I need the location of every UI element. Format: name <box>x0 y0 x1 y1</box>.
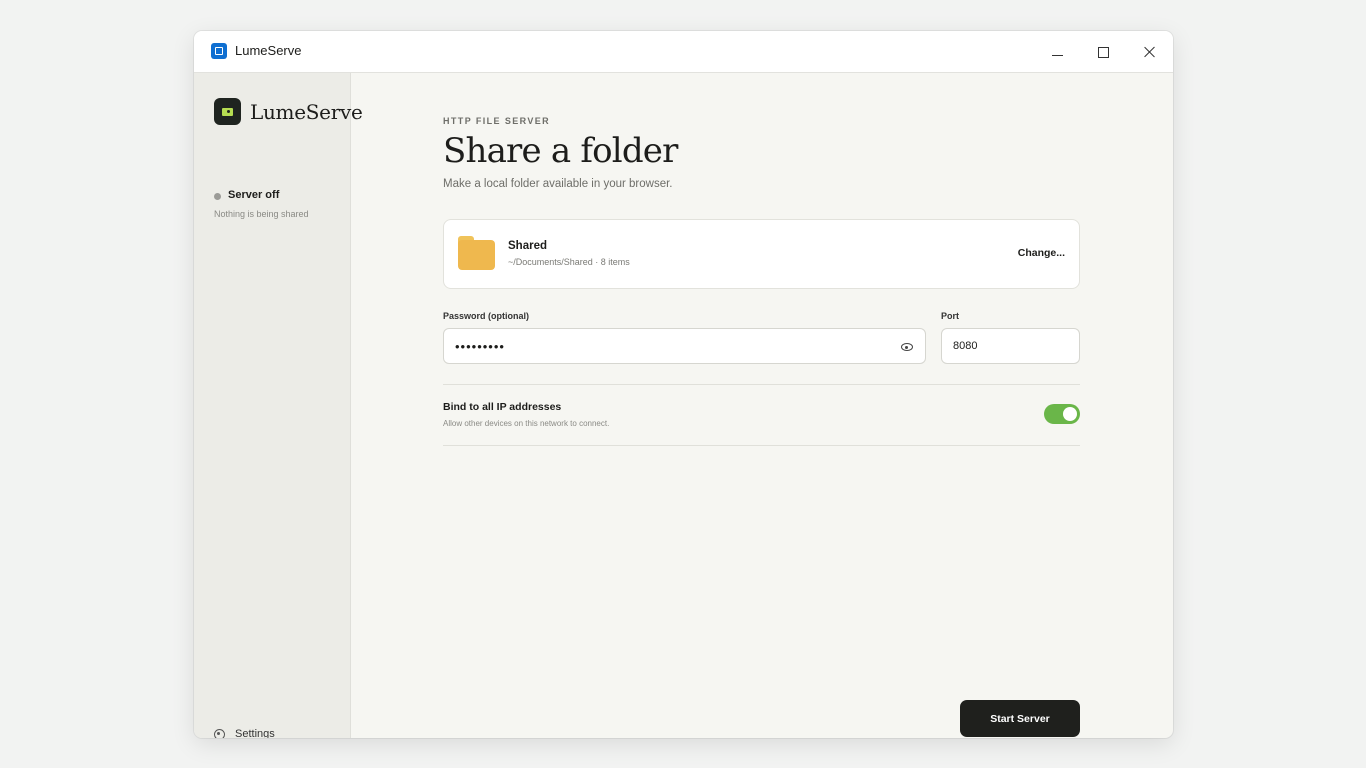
sidebar: LumeServe Server off Nothing is being sh… <box>194 73 363 738</box>
port-field[interactable]: 8080 <box>941 328 1080 364</box>
folder-name: Shared <box>508 240 547 252</box>
server-status-title: Server off <box>228 189 280 201</box>
toggle-knob <box>1063 407 1077 421</box>
settings-label: Settings <box>235 728 275 738</box>
password-value: ••••••••• <box>455 338 505 354</box>
divider <box>443 384 1080 385</box>
folder-icon <box>458 236 495 270</box>
title-bar: LumeServe <box>194 31 1173 73</box>
minimize-button[interactable] <box>1034 31 1080 73</box>
settings-button[interactable]: Settings <box>214 725 275 738</box>
app-window: LumeServe LumeServe Server off Nothing i… <box>194 31 1173 738</box>
minimize-icon <box>1051 54 1063 56</box>
divider <box>443 445 1080 446</box>
bind-all-title: Bind to all IP addresses <box>443 401 562 413</box>
app-icon <box>211 43 227 59</box>
change-folder-button[interactable]: Change... <box>1018 247 1065 259</box>
maximize-icon <box>1097 46 1109 58</box>
port-value: 8080 <box>953 340 978 352</box>
port-label: Port <box>941 311 959 321</box>
maximize-button[interactable] <box>1080 31 1126 73</box>
page-title: Share a folder <box>443 131 678 171</box>
folder-card: Shared ~/Documents/Shared · 8 items Chan… <box>443 219 1080 289</box>
start-server-button[interactable]: Start Server <box>960 700 1080 737</box>
server-status-subtitle: Nothing is being shared <box>214 209 309 219</box>
brand-logo-icon <box>214 98 241 125</box>
gear-icon <box>214 728 225 738</box>
window-title: LumeServe <box>235 43 302 58</box>
show-password-icon[interactable] <box>901 343 913 351</box>
bind-all-subtitle: Allow other devices on this network to c… <box>443 419 610 428</box>
password-label: Password (optional) <box>443 311 530 321</box>
folder-path: ~/Documents/Shared · 8 items <box>508 257 630 267</box>
close-icon <box>1143 46 1155 58</box>
section-eyebrow: HTTP FILE SERVER <box>443 116 551 126</box>
close-button[interactable] <box>1126 31 1172 73</box>
password-field[interactable]: ••••••••• <box>443 328 926 364</box>
status-indicator-icon <box>214 193 221 200</box>
brand-name: LumeServe <box>250 100 363 124</box>
main-panel: HTTP FILE SERVER Share a folder Make a l… <box>351 73 1173 738</box>
page-subtitle: Make a local folder available in your br… <box>443 178 673 190</box>
bind-all-toggle[interactable] <box>1044 404 1080 424</box>
